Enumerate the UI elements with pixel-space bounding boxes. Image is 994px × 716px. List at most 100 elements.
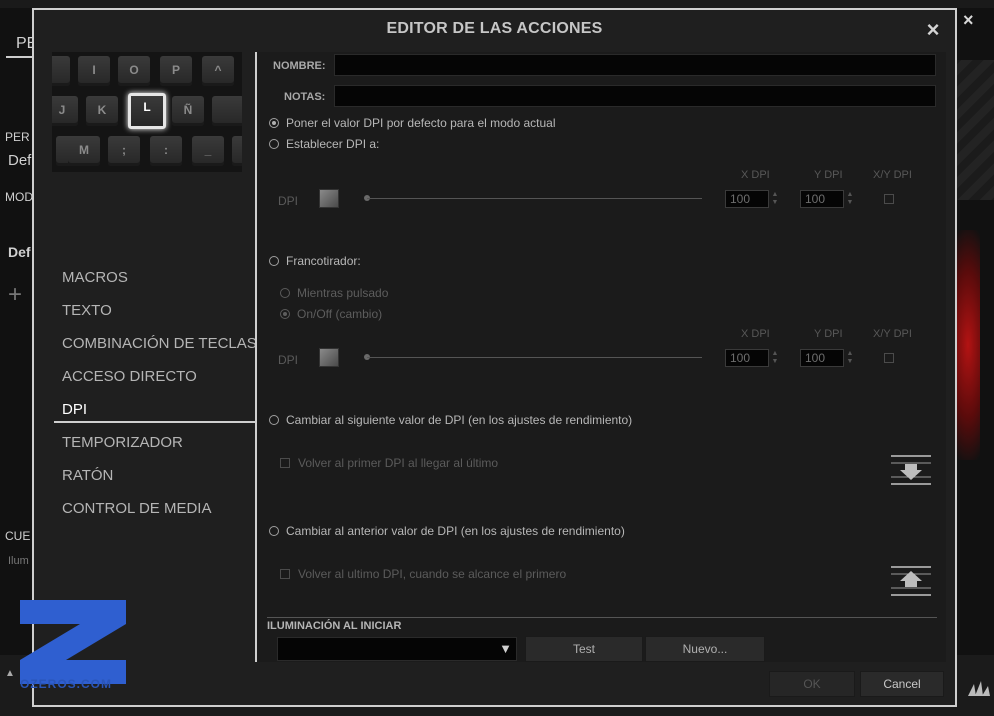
x-dpi-header: X DPI bbox=[741, 169, 770, 181]
xy-dpi-header: X/Y DPI bbox=[873, 169, 912, 181]
xy-dpi-header: X/Y DPI bbox=[873, 328, 912, 340]
key[interactable]: ; bbox=[108, 136, 140, 166]
y-dpi-header: Y DPI bbox=[814, 169, 843, 181]
dpi-slider-track[interactable] bbox=[367, 198, 702, 199]
checkbox-icon bbox=[280, 569, 290, 579]
collapse-arrow-icon[interactable]: ▲ bbox=[5, 668, 15, 679]
background-label: CUE bbox=[5, 529, 31, 543]
key[interactable]: M bbox=[68, 136, 100, 166]
background-close-icon[interactable]: × bbox=[963, 10, 974, 31]
prev-dpi-option[interactable]: Cambiar al anterior valor de DPI (en los… bbox=[269, 524, 625, 538]
sniper-toggle-option[interactable]: On/Off (cambio) bbox=[280, 307, 382, 321]
radio-selected-icon bbox=[269, 118, 279, 128]
action-item-acceso-directo[interactable]: ACCESO DIRECTO bbox=[62, 367, 258, 400]
key[interactable]: K bbox=[86, 96, 118, 126]
lighting-dropdown[interactable]: ▼ bbox=[277, 637, 517, 661]
x-dpi-spinner-icon[interactable]: ▲ ▼ bbox=[771, 191, 779, 207]
keyboard-preview: I O P ^ J K L Ñ M ; : _ bbox=[52, 52, 242, 172]
name-field[interactable] bbox=[334, 54, 936, 76]
dpi-settings-panel: NOMBRE: NOTAS: Poner el valor DPI por de… bbox=[255, 52, 946, 662]
radio-selected-icon bbox=[280, 309, 290, 319]
sniper-y-dpi-input[interactable]: 100 bbox=[800, 349, 844, 367]
dialog-close-icon[interactable]: × bbox=[923, 19, 943, 41]
section-divider bbox=[267, 617, 937, 618]
action-item-texto[interactable]: TEXTO bbox=[62, 301, 258, 334]
key[interactable] bbox=[232, 136, 242, 166]
background-label: Def bbox=[8, 152, 32, 169]
action-item-control-media[interactable]: CONTROL DE MEDIA bbox=[62, 499, 258, 532]
next-dpi-option[interactable]: Cambiar al siguiente valor de DPI (en lo… bbox=[269, 413, 632, 427]
x-dpi-input[interactable]: 100 bbox=[725, 190, 769, 208]
sniper-while-pressed-option[interactable]: Mientras pulsado bbox=[280, 286, 388, 300]
background-topbar bbox=[0, 0, 994, 8]
x-dpi-header: X DPI bbox=[741, 328, 770, 340]
key[interactable]: : bbox=[150, 136, 182, 166]
dpi-up-icon bbox=[891, 566, 931, 596]
action-item-dpi[interactable]: DPI bbox=[62, 400, 258, 433]
background-add-icon: + bbox=[8, 281, 23, 308]
radio-icon bbox=[269, 256, 279, 266]
background-label: MOD bbox=[5, 190, 33, 204]
key[interactable] bbox=[212, 96, 242, 126]
sniper-y-spinner-icon[interactable]: ▲ ▼ bbox=[846, 350, 854, 366]
test-button[interactable]: Test bbox=[525, 636, 643, 662]
key-selected[interactable]: L bbox=[128, 93, 166, 129]
default-dpi-label: Poner el valor DPI por defecto para el m… bbox=[286, 116, 556, 130]
key[interactable]: P bbox=[160, 56, 192, 86]
set-dpi-option[interactable]: Establecer DPI a: bbox=[269, 137, 379, 151]
key[interactable]: _ bbox=[192, 136, 224, 166]
ok-button[interactable]: OK bbox=[769, 671, 855, 697]
corsair-logo-icon bbox=[968, 681, 990, 696]
radio-icon bbox=[269, 139, 279, 149]
key[interactable]: Ñ bbox=[172, 96, 204, 126]
xy-dpi-checkbox[interactable] bbox=[884, 194, 894, 204]
prev-wrap-option[interactable]: Volver al ultimo DPI, cuando se alcance … bbox=[280, 567, 566, 581]
background-label: Ilum bbox=[8, 555, 29, 567]
next-wrap-option[interactable]: Volver al primer DPI al llegar al último bbox=[280, 456, 498, 470]
action-item-raton[interactable]: RATÓN bbox=[62, 466, 258, 499]
cancel-button[interactable]: Cancel bbox=[860, 671, 944, 697]
key[interactable]: J bbox=[52, 96, 78, 126]
action-item-temporizador[interactable]: TEMPORIZADOR bbox=[62, 433, 258, 466]
key[interactable]: O bbox=[118, 56, 150, 86]
prev-wrap-label: Volver al ultimo DPI, cuando se alcance … bbox=[298, 567, 567, 581]
action-item-macros[interactable]: MACROS bbox=[62, 268, 258, 301]
sniper-label: Francotirador: bbox=[286, 254, 361, 268]
set-dpi-label: Establecer DPI a: bbox=[286, 137, 380, 151]
key[interactable]: I bbox=[78, 56, 110, 86]
sniper-toggle-label: On/Off (cambio) bbox=[297, 307, 383, 321]
notes-label: NOTAS: bbox=[284, 91, 326, 103]
y-dpi-spinner-icon[interactable]: ▲ ▼ bbox=[846, 191, 854, 207]
background-tab-underline bbox=[6, 56, 32, 58]
lighting-label: ILUMINACIÓN AL INICIAR bbox=[267, 620, 402, 632]
dpi-color-swatch[interactable] bbox=[319, 189, 339, 208]
y-dpi-input[interactable]: 100 bbox=[800, 190, 844, 208]
dpi-label: DPI bbox=[278, 353, 299, 367]
dpi-down-icon bbox=[891, 455, 931, 485]
new-button[interactable]: Nuevo... bbox=[645, 636, 765, 662]
sniper-color-swatch[interactable] bbox=[319, 348, 339, 367]
default-dpi-option[interactable]: Poner el valor DPI por defecto para el m… bbox=[269, 116, 555, 130]
chevron-down-icon: ▼ bbox=[499, 641, 512, 656]
next-dpi-label: Cambiar al siguiente valor de DPI (en lo… bbox=[286, 413, 633, 427]
sniper-option[interactable]: Francotirador: bbox=[269, 254, 361, 268]
sniper-x-spinner-icon[interactable]: ▲ ▼ bbox=[771, 350, 779, 366]
sniper-x-dpi-input[interactable]: 100 bbox=[725, 349, 769, 367]
radio-icon bbox=[280, 288, 290, 298]
action-type-list: MACROS TEXTO COMBINACIÓN DE TECLAS ACCES… bbox=[62, 268, 258, 532]
background-label: PER bbox=[5, 130, 30, 144]
background-label: Def bbox=[8, 244, 31, 260]
radio-icon bbox=[269, 526, 279, 536]
sniper-slider-track[interactable] bbox=[367, 357, 702, 358]
y-dpi-header: Y DPI bbox=[814, 328, 843, 340]
notes-field[interactable] bbox=[334, 85, 936, 107]
active-item-underline bbox=[54, 421, 256, 423]
watermark-text: OZEROS.COM bbox=[20, 677, 113, 691]
action-item-combinacion[interactable]: COMBINACIÓN DE TECLAS bbox=[62, 334, 258, 367]
name-label: NOMBRE: bbox=[273, 60, 326, 72]
radio-icon bbox=[269, 415, 279, 425]
key[interactable]: ^ bbox=[202, 56, 234, 86]
dpi-label: DPI bbox=[278, 194, 299, 208]
sniper-xy-checkbox[interactable] bbox=[884, 353, 894, 363]
key[interactable] bbox=[52, 56, 70, 86]
